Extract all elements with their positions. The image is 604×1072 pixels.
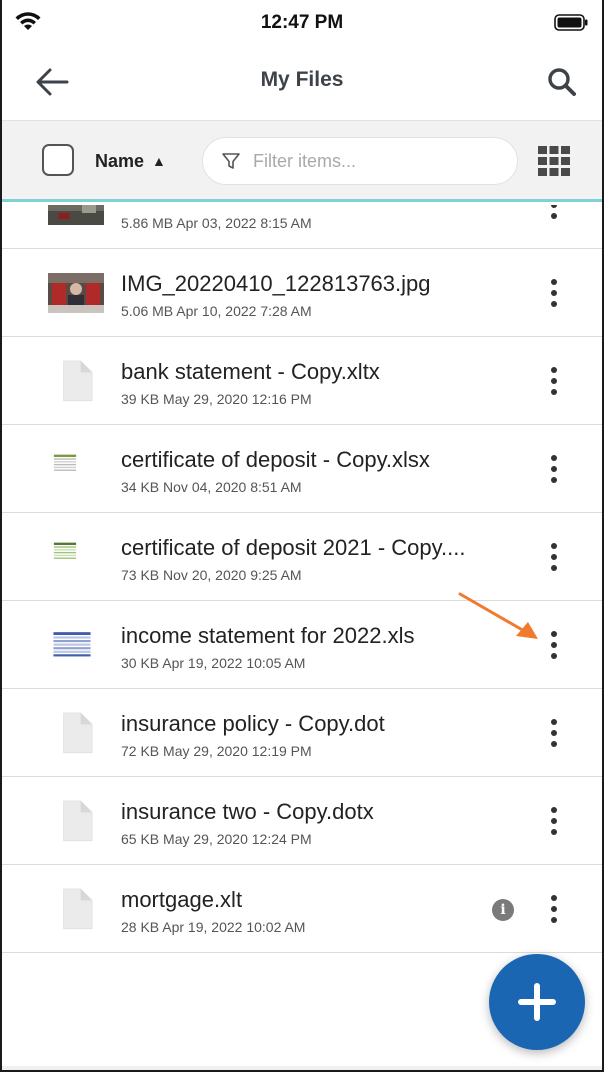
file-name: certificate of deposit 2021 - Copy.... (121, 535, 466, 560)
file-row[interactable]: bank statement - Copy.xltx 39 KB May 29,… (2, 337, 602, 425)
file-row[interactable]: insurance two - Copy.dotx 65 KB May 29, … (2, 777, 602, 865)
app-header: My Files (2, 48, 602, 120)
grid-view-icon[interactable] (538, 146, 570, 176)
file-meta: 34 KB Nov 04, 2020 8:51 AM (121, 479, 302, 495)
file-meta: 30 KB Apr 19, 2022 10:05 AM (121, 655, 306, 671)
bottom-strip (2, 1066, 602, 1070)
info-icon[interactable]: i (492, 899, 514, 921)
list-toolbar: Name ▲ (2, 120, 602, 202)
file-name: IMG_20220410_122813763.jpg (121, 271, 431, 296)
document-file-icon (63, 712, 93, 754)
more-options-button[interactable] (542, 539, 566, 575)
file-name: bank statement - Copy.xltx (121, 359, 380, 384)
document-file-icon (63, 888, 93, 930)
file-meta: 5.06 MB Apr 10, 2022 7:28 AM (121, 303, 312, 319)
more-options-button[interactable] (542, 803, 566, 839)
file-meta: 65 KB May 29, 2020 12:24 PM (121, 831, 312, 847)
file-meta: 28 KB Apr 19, 2022 10:02 AM (121, 919, 306, 935)
sort-label: Name (95, 150, 145, 171)
file-row[interactable]: certificate of deposit - Copy.xlsx 34 KB… (2, 425, 602, 513)
file-meta: 5.86 MB Apr 03, 2022 8:15 AM (121, 215, 312, 231)
spreadsheet-thumbnail-icon (52, 630, 92, 660)
file-row[interactable]: 5.86 MB Apr 03, 2022 8:15 AM (2, 205, 602, 249)
file-name: mortgage.xlt (121, 887, 243, 912)
file-row[interactable]: income statement for 2022.xls 30 KB Apr … (2, 601, 602, 689)
more-options-button[interactable] (542, 451, 566, 487)
search-button[interactable] (540, 60, 584, 104)
more-options-button[interactable] (542, 363, 566, 399)
add-fab-button[interactable] (489, 954, 585, 1050)
file-name: insurance policy - Copy.dot (121, 711, 385, 736)
photo-thumbnail-icon (48, 205, 104, 225)
file-meta: 39 KB May 29, 2020 12:16 PM (121, 391, 312, 407)
file-name: insurance two - Copy.dotx (121, 799, 374, 824)
status-time: 12:47 PM (260, 12, 344, 33)
page-title: My Files (260, 68, 344, 91)
sort-by-name-button[interactable]: Name ▲ (95, 147, 166, 175)
search-icon (548, 68, 576, 96)
sort-ascending-icon: ▲ (152, 153, 166, 169)
document-file-icon (63, 800, 93, 842)
file-meta: 73 KB Nov 20, 2020 9:25 AM (121, 567, 302, 583)
file-name: income statement for 2022.xls (121, 623, 415, 648)
filter-box[interactable] (202, 137, 518, 185)
file-name: certificate of deposit - Copy.xlsx (121, 447, 430, 472)
more-options-button[interactable] (542, 275, 566, 311)
status-bar: 12:47 PM (2, 0, 602, 48)
select-all-checkbox[interactable] (42, 144, 74, 176)
app-screen: 12:47 PM My Files Name ▲ Filter items...… (0, 0, 604, 1072)
photo-thumbnail-icon (48, 273, 104, 313)
more-options-button[interactable] (542, 715, 566, 751)
file-list: 5.86 MB Apr 03, 2022 8:15 AM IMG_2022041… (2, 205, 602, 1070)
file-row[interactable]: insurance policy - Copy.dot 72 KB May 29… (2, 689, 602, 777)
filter-icon (222, 153, 240, 169)
file-row[interactable]: certificate of deposit 2021 - Copy.... 7… (2, 513, 602, 601)
more-options-button[interactable] (542, 891, 566, 927)
spreadsheet-thumbnail-icon (52, 453, 78, 473)
more-options-button[interactable] (542, 205, 566, 223)
file-meta: 72 KB May 29, 2020 12:19 PM (121, 743, 312, 759)
document-file-icon (63, 360, 93, 402)
battery-icon (554, 14, 588, 31)
filter-input[interactable] (253, 150, 493, 172)
file-row[interactable]: mortgage.xlt 28 KB Apr 19, 2022 10:02 AM… (2, 865, 602, 953)
more-options-button[interactable] (542, 627, 566, 663)
file-row[interactable]: IMG_20220410_122813763.jpg 5.06 MB Apr 1… (2, 249, 602, 337)
spreadsheet-thumbnail-icon (52, 541, 78, 561)
plus-icon (518, 983, 556, 1021)
